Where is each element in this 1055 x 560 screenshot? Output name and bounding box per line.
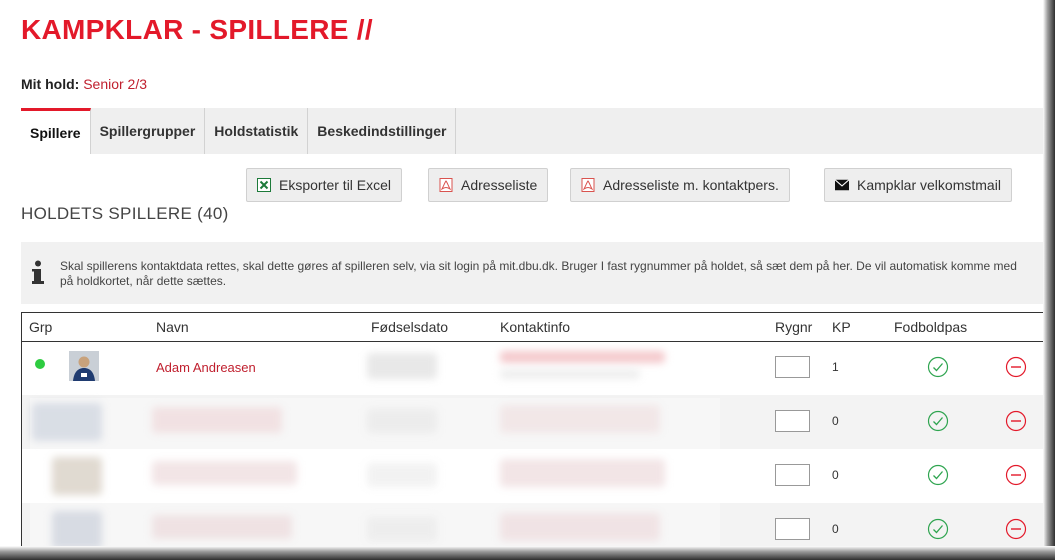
tab-beskedindstillinger[interactable]: Beskedindstillinger bbox=[308, 108, 457, 154]
remove-player-icon[interactable] bbox=[1005, 410, 1027, 432]
tab-holdstatistik[interactable]: Holdstatistik bbox=[205, 108, 309, 154]
kp-value: 0 bbox=[832, 414, 839, 428]
welcome-mail-button[interactable]: Kampklar velkomstmail bbox=[824, 168, 1012, 202]
remove-player-icon[interactable] bbox=[1005, 464, 1027, 486]
header-grp[interactable]: Grp bbox=[29, 319, 52, 335]
privacy-blur-overlay bbox=[30, 398, 720, 546]
address-list-label: Adresseliste bbox=[461, 177, 538, 193]
shirt-number-input[interactable] bbox=[775, 410, 810, 432]
header-kontaktinfo[interactable]: Kontaktinfo bbox=[500, 319, 570, 335]
shirt-number-input[interactable] bbox=[775, 356, 810, 378]
export-excel-button[interactable]: Eksporter til Excel bbox=[246, 168, 403, 202]
pdf-icon bbox=[439, 178, 453, 192]
info-icon bbox=[31, 260, 45, 286]
my-team-link[interactable]: Senior 2/3 bbox=[83, 76, 147, 92]
contact-redacted bbox=[500, 369, 640, 379]
group-status-dot bbox=[35, 359, 45, 369]
shirt-number-input[interactable] bbox=[775, 464, 810, 486]
my-team: Mit hold: Senior 2/3 bbox=[21, 76, 147, 92]
pdf-icon bbox=[581, 178, 595, 192]
header-kp[interactable]: KP bbox=[832, 319, 851, 335]
birthdate-redacted bbox=[367, 353, 437, 379]
export-excel-label: Eksporter til Excel bbox=[279, 177, 392, 193]
tab-spillergrupper[interactable]: Spillergrupper bbox=[91, 108, 206, 154]
info-text: Skal spillerens kontaktdata rettes, skal… bbox=[60, 259, 1017, 288]
address-list-contacts-label: Adresseliste m. kontaktpers. bbox=[603, 177, 779, 193]
header-fodboldpas[interactable]: Fodboldpas bbox=[894, 319, 967, 335]
frame-shadow bbox=[1043, 0, 1055, 560]
header-rygnr[interactable]: Rygnr bbox=[775, 319, 812, 335]
frame-shadow bbox=[0, 546, 1055, 560]
info-box: Skal spillerens kontaktdata rettes, skal… bbox=[21, 242, 1044, 304]
check-circle-icon bbox=[927, 410, 949, 432]
address-list-button[interactable]: Adresseliste bbox=[428, 168, 549, 202]
tab-spillere[interactable]: Spillere bbox=[21, 108, 91, 154]
avatar bbox=[69, 351, 99, 381]
welcome-mail-label: Kampklar velkomstmail bbox=[857, 177, 1001, 193]
check-circle-icon bbox=[927, 464, 949, 486]
kp-value: 0 bbox=[832, 468, 839, 482]
check-circle-icon bbox=[927, 518, 949, 540]
page-title: KAMPKLAR - SPILLERE // bbox=[21, 14, 373, 45]
header-foedselsdato[interactable]: Fødselsdato bbox=[371, 319, 448, 335]
table-row: Adam Andreasen 1 bbox=[22, 341, 1043, 395]
contact-redacted bbox=[500, 351, 665, 363]
my-team-label: Mit hold: bbox=[21, 76, 80, 92]
address-list-contacts-button[interactable]: Adresseliste m. kontaktpers. bbox=[570, 168, 790, 202]
player-name[interactable]: Adam Andreasen bbox=[156, 360, 256, 375]
kp-value: 1 bbox=[832, 360, 839, 374]
remove-player-icon[interactable] bbox=[1005, 518, 1027, 540]
excel-icon bbox=[257, 178, 271, 192]
envelope-icon bbox=[835, 178, 849, 192]
header-navn[interactable]: Navn bbox=[156, 319, 189, 335]
section-title: HOLDETS SPILLERE (40) bbox=[21, 204, 229, 223]
kp-value: 0 bbox=[832, 522, 839, 536]
check-circle-icon bbox=[927, 356, 949, 378]
table-header: Grp Navn Fødselsdato Kontaktinfo Rygnr K… bbox=[22, 313, 1043, 342]
shirt-number-input[interactable] bbox=[775, 518, 810, 540]
remove-player-icon[interactable] bbox=[1005, 356, 1027, 378]
tab-bar: Spillere Spillergrupper Holdstatistik Be… bbox=[21, 108, 1044, 154]
